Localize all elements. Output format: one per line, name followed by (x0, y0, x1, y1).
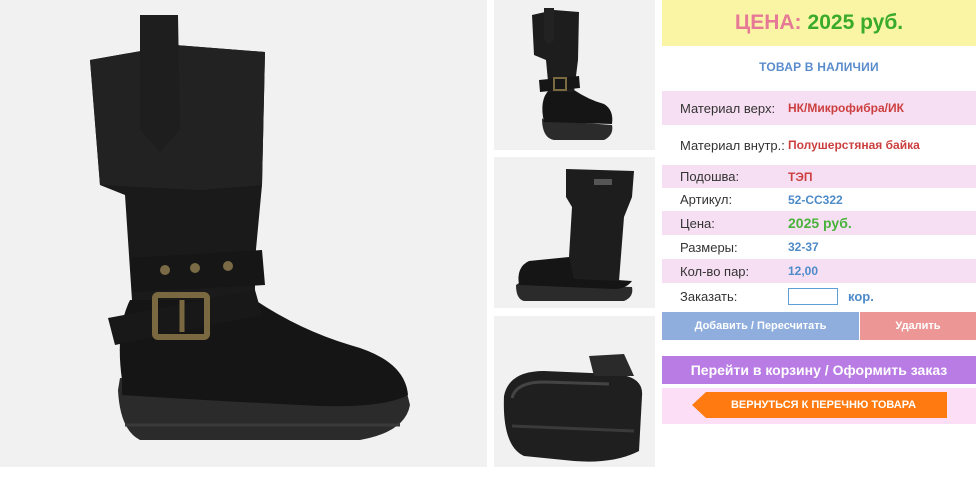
thumbnail-1[interactable] (494, 0, 655, 150)
spec-label: Цена: (680, 215, 715, 231)
spec-row-price: Цена: 2025 руб. (662, 211, 976, 235)
spec-value: НК/Микрофибра/ИК (788, 101, 904, 115)
spec-label: Материал верх: (680, 100, 776, 116)
delete-button[interactable]: Удалить (860, 312, 976, 340)
order-row: Заказать: кор. (662, 283, 976, 309)
spec-label: Подошва: (680, 169, 740, 184)
spec-row-sole: Подошва: ТЭП (662, 165, 976, 188)
spec-value: 2025 руб. (788, 215, 852, 231)
spec-value: ТЭП (788, 169, 813, 184)
thumbnail-3[interactable] (494, 316, 655, 467)
spec-label: Артикул: (680, 192, 733, 207)
order-label: Заказать: (680, 288, 738, 304)
specs-table: Материал верх: НК/Микрофибра/ИК Материал… (662, 91, 976, 309)
price-label: ЦЕНА: (734, 11, 802, 34)
spec-row-material-inner: Материал внутр.: Полушерстяная байка (662, 125, 976, 165)
back-button-container: ВЕРНУТЬСЯ К ПЕРЕЧНЮ ТОВАРА (662, 388, 976, 424)
spec-value: 12,00 (788, 264, 819, 278)
thumbnail-2[interactable] (494, 157, 655, 308)
price-header: ЦЕНА: 2025 руб. (662, 0, 976, 46)
order-unit: кор. (848, 288, 874, 304)
go-to-cart-button[interactable]: Перейти в корзину / Оформить заказ (662, 356, 976, 384)
spec-row-article: Артикул: 52-СС322 (662, 188, 976, 211)
spec-row-sizes: Размеры: 32-37 (662, 235, 976, 259)
spec-value: 32-37 (788, 240, 819, 254)
spec-value: Полушерстяная байка (788, 138, 920, 152)
spec-label: Материал внутр.: (680, 137, 785, 153)
stock-status: ТОВАР В НАЛИЧИИ (759, 60, 879, 74)
spec-row-pairs: Кол-во пар: 12,00 (662, 259, 976, 283)
spec-label: Кол-во пар: (680, 263, 750, 279)
add-recalculate-button[interactable]: Добавить / Пересчитать (662, 312, 859, 340)
spec-value: 52-СС322 (788, 192, 843, 207)
price-value: 2025 руб. (807, 11, 904, 34)
main-product-image[interactable] (0, 0, 487, 467)
back-to-list-button[interactable]: ВЕРНУТЬСЯ К ПЕРЕЧНЮ ТОВАРА (692, 392, 947, 418)
order-quantity-input[interactable] (788, 287, 838, 305)
spec-label: Размеры: (680, 239, 738, 255)
spec-row-material-top: Материал верх: НК/Микрофибра/ИК (662, 91, 976, 125)
